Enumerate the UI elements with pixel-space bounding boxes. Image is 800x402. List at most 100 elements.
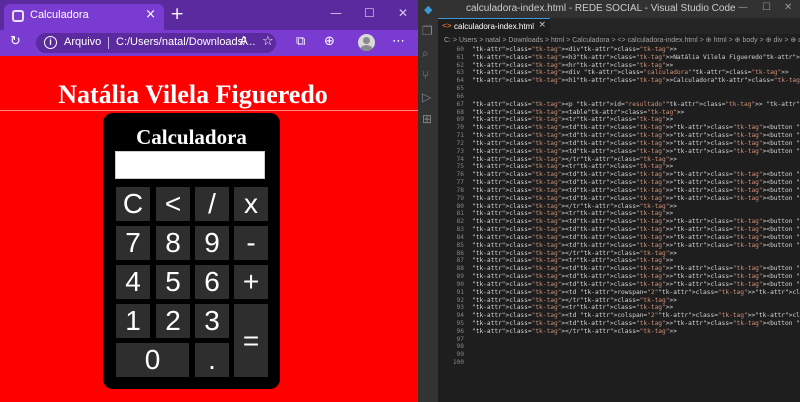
close-tab-icon[interactable]: × [145,7,156,22]
code-line[interactable]: 88 "tk-attr">class="tk-tag"><td"tk-attr"… [438,265,800,273]
key-9-button[interactable]: 9 [195,226,229,260]
key-divide-button[interactable]: / [195,187,229,221]
code-line[interactable]: 66 [438,93,800,101]
key-dot-button[interactable]: . [195,343,229,377]
run-debug-icon[interactable]: ▷ [422,90,431,104]
code-line[interactable]: 60 "tk-attr">class="tk-tag"><div"tk-attr… [438,46,800,54]
address-url[interactable]: C:/Users/natal/Downloads/... [116,36,255,48]
editor-tab-bar: <> calculadora-index.html × [438,18,800,34]
key-clear-button[interactable]: C [116,187,150,221]
code-line[interactable]: 71 "tk-attr">class="tk-tag"><td"tk-attr"… [438,132,800,140]
code-line[interactable]: 73 "tk-attr">class="tk-tag"><td"tk-attr"… [438,148,800,156]
code-line[interactable]: 81 "tk-attr">class="tk-tag"><tr"tk-attr"… [438,210,800,218]
vscode-maximize-icon[interactable]: ☐ [762,2,771,13]
code-text: "tk-attr">class="tk-tag"></tr"tk-attr">c… [472,155,677,163]
profile-avatar[interactable] [358,34,375,51]
key-5-button[interactable]: 5 [156,265,190,299]
code-line[interactable]: 91 "tk-attr">class="tk-tag"><td "tk-attr… [438,289,800,297]
code-line[interactable]: 67 "tk-attr">class="tk-tag"><p "tk-attr"… [438,101,800,109]
line-number: 78 [456,186,464,194]
code-line[interactable]: 97 [438,336,800,344]
minimize-icon[interactable]: — [330,6,342,20]
split-screen-icon[interactable]: ⧉ [296,34,305,49]
key-plus-button[interactable]: + [234,265,268,299]
browser-tab-calculadora[interactable]: Calculadora × [4,4,164,30]
code-line[interactable]: 78 "tk-attr">class="tk-tag"><td"tk-attr"… [438,187,800,195]
code-line[interactable]: 76 "tk-attr">class="tk-tag"><td"tk-attr"… [438,171,800,179]
code-text: "tk-attr">class="tk-tag"><td"tk-attr">cl… [472,226,800,234]
key-8-button[interactable]: 8 [156,226,190,260]
breadcrumb[interactable]: C: > Users > natal > Downloads > html > … [444,36,800,44]
code-line[interactable]: 93 "tk-attr">class="tk-tag"><tr"tk-attr"… [438,304,800,312]
code-line[interactable]: 89 "tk-attr">class="tk-tag"><td"tk-attr"… [438,273,800,281]
line-number: 73 [456,147,464,155]
new-tab-button[interactable]: + [170,4,184,24]
explorer-files-icon[interactable]: ❐ [422,24,433,38]
code-line[interactable]: 77 "tk-attr">class="tk-tag"><td"tk-attr"… [438,179,800,187]
code-line[interactable]: 96 "tk-attr">class="tk-tag"></tr"tk-attr… [438,328,800,336]
code-line[interactable]: 62 "tk-attr">class="tk-tag"><hr"tk-attr"… [438,62,800,70]
key-back-button[interactable]: < [156,187,190,221]
key-minus-button[interactable]: - [234,226,268,260]
code-line[interactable]: 74 "tk-attr">class="tk-tag"></tr"tk-attr… [438,156,800,164]
code-line[interactable]: 65 [438,85,800,93]
code-line[interactable]: 61 "tk-attr">class="tk-tag"><h3"tk-attr"… [438,54,800,62]
close-window-icon[interactable]: ✕ [398,6,408,20]
collections-icon[interactable]: ⊕ [324,34,335,49]
favorite-star-icon[interactable]: ☆ [262,34,274,49]
line-number: 96 [456,327,464,335]
code-line[interactable]: 72 "tk-attr">class="tk-tag"><td"tk-attr"… [438,140,800,148]
code-line[interactable]: 69 "tk-attr">class="tk-tag"><tr"tk-attr"… [438,116,800,124]
code-line[interactable]: 64 "tk-attr">class="tk-tag"><h1"tk-attr"… [438,77,800,85]
site-info-icon[interactable]: i [44,36,57,49]
key-0-button[interactable]: 0 [116,343,189,377]
code-line[interactable]: 84 "tk-attr">class="tk-tag"><td"tk-attr"… [438,234,800,242]
code-text: "tk-attr">class="tk-tag"><td"tk-attr">cl… [472,132,800,140]
code-line[interactable]: 80 "tk-attr">class="tk-tag"></tr"tk-attr… [438,203,800,211]
maximize-icon[interactable]: ☐ [364,6,375,20]
more-menu-icon[interactable]: ⋯ [392,34,405,49]
vscode-close-icon[interactable]: ✕ [784,2,792,13]
read-aloud-icon[interactable]: A [240,34,248,47]
code-line[interactable]: 75 "tk-attr">class="tk-tag"><tr"tk-attr"… [438,163,800,171]
code-line[interactable]: 86 "tk-attr">class="tk-tag"></tr"tk-attr… [438,250,800,258]
code-line[interactable]: 83 "tk-attr">class="tk-tag"><td"tk-attr"… [438,226,800,234]
code-line[interactable]: 82 "tk-attr">class="tk-tag"><td"tk-attr"… [438,218,800,226]
code-line[interactable]: 92 "tk-attr">class="tk-tag"></tr"tk-attr… [438,297,800,305]
code-text: "tk-attr">class="tk-tag"><tr"tk-attr">cl… [472,257,674,265]
code-line[interactable]: 94 "tk-attr">class="tk-tag"><td "tk-attr… [438,312,800,320]
vscode-minimize-icon[interactable]: — [738,2,748,13]
editor-tab-calculadora-index[interactable]: <> calculadora-index.html × [438,18,550,34]
key-7-button[interactable]: 7 [116,226,150,260]
code-text: "tk-attr">class="tk-tag"></tr"tk-attr">c… [472,249,677,257]
source-control-icon[interactable]: ⑂ [422,68,429,82]
code-line[interactable]: 95 "tk-attr">class="tk-tag"><td"tk-attr"… [438,320,800,328]
code-line[interactable]: 68 "tk-attr">class="tk-tag"><table"tk-at… [438,109,800,117]
code-line[interactable]: 63 "tk-attr">class="tk-tag"><div "tk-att… [438,69,800,77]
refresh-icon[interactable]: ↻ [10,34,21,49]
search-icon[interactable]: ⌕ [422,46,429,61]
code-line[interactable]: 85 "tk-attr">class="tk-tag"><td"tk-attr"… [438,242,800,250]
close-editor-tab-icon[interactable]: × [538,20,546,30]
extensions-icon[interactable]: ⊞ [422,112,432,126]
code-line[interactable]: 99 [438,351,800,359]
vscode-window: ◆ calculadora-index.html - REDE SOCIAL -… [418,0,800,402]
key-6-button[interactable]: 6 [195,265,229,299]
line-number: 86 [456,249,464,257]
key-multiply-button[interactable]: x [234,187,268,221]
key-1-button[interactable]: 1 [116,304,150,338]
code-editor[interactable]: 60 "tk-attr">class="tk-tag"><div"tk-attr… [438,46,800,367]
code-line[interactable]: 79 "tk-attr">class="tk-tag"><td"tk-attr"… [438,195,800,203]
code-line[interactable]: 98 [438,343,800,351]
key-equals-button[interactable]: = [234,304,268,377]
key-3-button[interactable]: 3 [195,304,229,338]
code-line[interactable]: 100 [438,359,800,367]
key-4-button[interactable]: 4 [116,265,150,299]
key-2-button[interactable]: 2 [156,304,190,338]
line-number: 92 [456,296,464,304]
code-text: "tk-attr">class="tk-tag"><td"tk-attr">cl… [472,194,800,202]
code-line[interactable]: 90 "tk-attr">class="tk-tag"><td"tk-attr"… [438,281,800,289]
code-line[interactable]: 70 "tk-attr">class="tk-tag"><td"tk-attr"… [438,124,800,132]
line-number: 90 [456,280,464,288]
code-line[interactable]: 87 "tk-attr">class="tk-tag"><tr"tk-attr"… [438,257,800,265]
